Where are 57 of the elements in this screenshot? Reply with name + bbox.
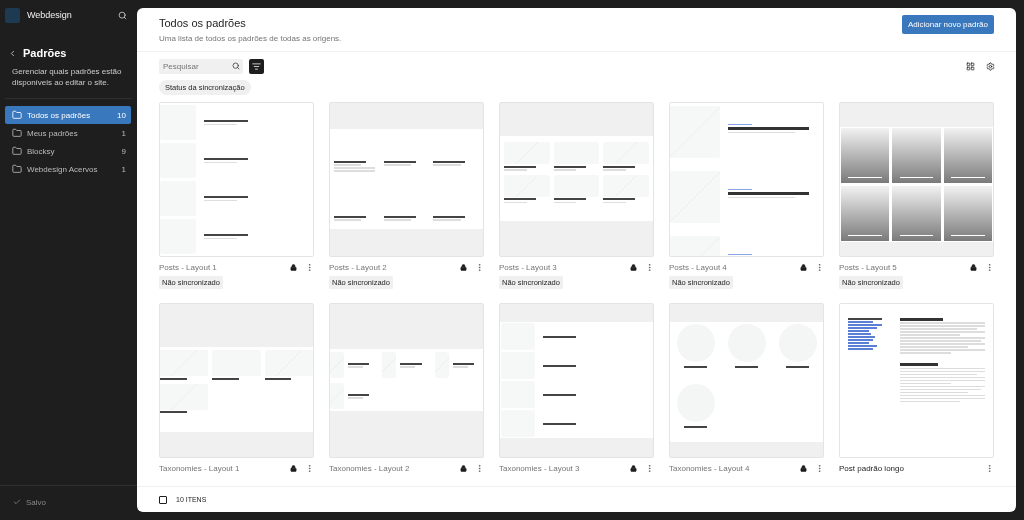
sidebar-item[interactable]: Blocksy 9 [5,142,131,160]
page-title: Todos os padrões [159,17,247,29]
pattern-title[interactable]: Taxonomies - Layout 3 [499,464,622,473]
pattern-preview[interactable] [669,102,824,257]
search-icon[interactable] [118,10,127,20]
check-icon [13,498,21,506]
settings-button[interactable] [986,62,995,71]
more-options-icon[interactable] [305,263,314,272]
save-status: Salvo [26,497,46,507]
grid-view-button[interactable] [966,62,975,71]
search-field[interactable]: Pesquisar [159,59,243,74]
lock-icon [970,264,977,271]
grid-icon [966,62,975,71]
more-options-icon[interactable] [815,464,824,473]
more-options-icon[interactable] [815,263,824,272]
pattern-title[interactable]: Posts - Layout 2 [329,263,452,272]
back-icon[interactable] [8,48,17,58]
pattern-title[interactable]: Taxonomies - Layout 1 [159,464,282,473]
lock-icon [630,264,637,271]
pattern-title[interactable]: Posts - Layout 3 [499,263,622,272]
lock-icon [460,264,467,271]
pattern-title[interactable]: Post padrão longo [839,464,977,473]
pattern-title[interactable]: Posts - Layout 4 [669,263,792,272]
folder-icon [12,164,22,174]
page-subtitle: Uma lista de todos os padrões de todas as origens. [159,34,343,43]
sidebar-heading: Padrões [23,47,67,59]
filter-icon [252,62,261,71]
more-options-icon[interactable] [985,464,994,473]
more-options-icon[interactable] [645,464,654,473]
pattern-title[interactable]: Posts - Layout 5 [839,263,962,272]
search-icon [232,62,240,70]
lock-icon [630,465,637,472]
lock-icon [460,465,467,472]
more-options-icon[interactable] [645,263,654,272]
add-pattern-button[interactable]: Adicionar novo padrão [901,15,994,34]
sidebar-item[interactable]: Meus padrões 1 [5,124,131,142]
more-options-icon[interactable] [985,263,994,272]
pattern-title[interactable]: Taxonomies - Layout 4 [669,464,792,473]
folder-icon [12,110,22,120]
site-title: Webdesign [27,10,73,20]
pattern-title[interactable]: Posts - Layout 1 [159,263,282,272]
lock-icon [290,264,297,271]
lock-icon [800,465,807,472]
more-options-icon[interactable] [475,464,484,473]
lock-icon [290,465,297,472]
lock-icon [800,264,807,271]
select-all-checkbox[interactable] [159,495,167,504]
more-options-icon[interactable] [305,464,314,473]
sidebar-item[interactable]: Webdesign Acervos 1 [5,160,131,178]
settings-icon [986,62,995,71]
folder-icon [12,128,22,138]
sidebar-item[interactable]: Todos os padrões 10 [5,106,131,124]
pattern-title[interactable]: Taxonomies - Layout 2 [329,464,452,473]
more-options-icon[interactable] [475,263,484,272]
filter-button[interactable] [249,59,264,74]
sidebar-description: Gerenciar quais padrões estão disponíveis ao editar o site. [11,66,123,88]
folder-icon [12,146,22,156]
